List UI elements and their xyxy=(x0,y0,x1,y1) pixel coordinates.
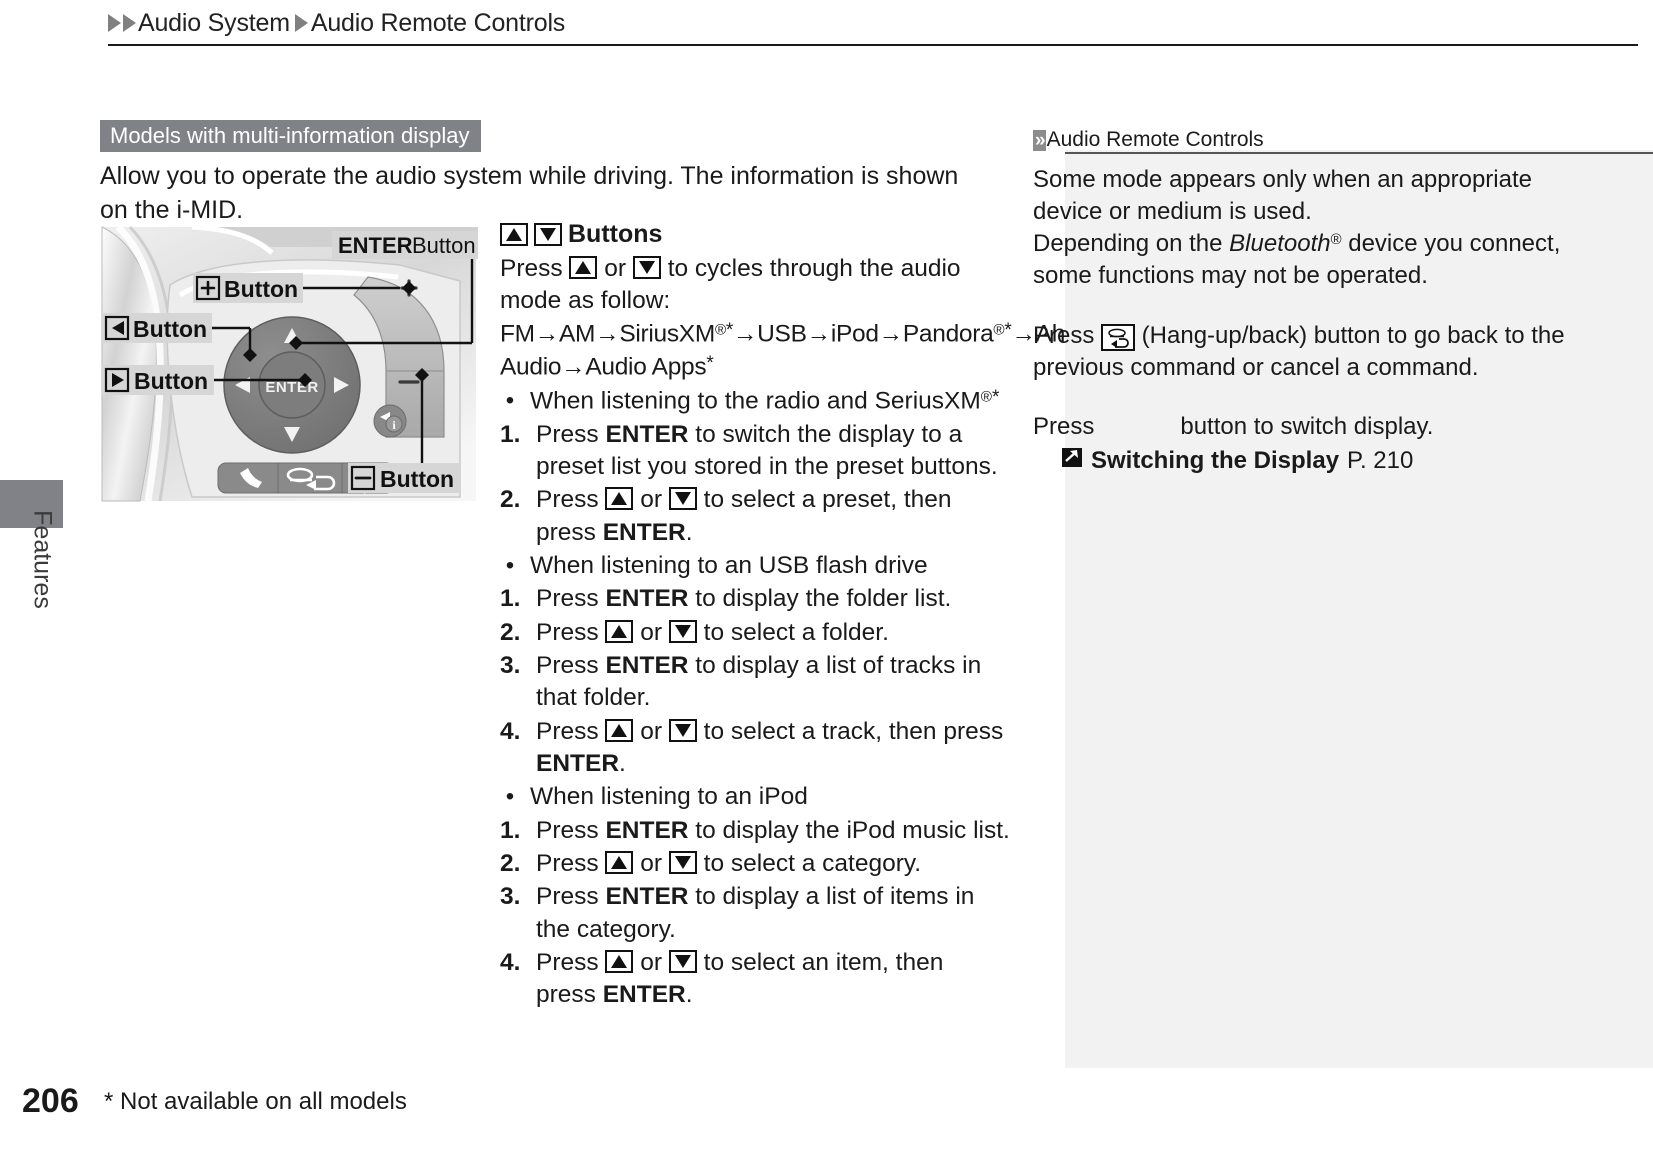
svg-text:ENTER: ENTER xyxy=(265,379,318,396)
side-note-para-1: Some mode appears only when an appropria… xyxy=(1033,166,1532,225)
step-text: Press or to select a track, then press E… xyxy=(536,717,1004,778)
list-item: 3. Press ENTER to display a list of trac… xyxy=(500,650,1010,715)
list-item: 4. Press or to select a track, then pres… xyxy=(500,716,1010,781)
breadcrumb: Audio System Audio Remote Controls xyxy=(108,0,1638,46)
down-arrow-icon xyxy=(632,256,661,279)
up-down-buttons-heading: Buttons xyxy=(500,218,1010,251)
footnote-text: * Not available on all models xyxy=(104,1088,407,1115)
step-number: 4. xyxy=(500,717,521,745)
step-number: 2. xyxy=(500,486,521,514)
double-chevron-right-icon: » xyxy=(1033,129,1046,151)
list-item: 1. Press ENTER to display the folder lis… xyxy=(500,583,1010,615)
list-item: 1. Press ENTER to switch the display to … xyxy=(500,419,1010,484)
press-cycle-paragraph: Press or to cycles through the audio mod… xyxy=(500,253,1010,318)
side-note-body: Some mode appears only when an appropria… xyxy=(1033,164,1603,477)
down-arrow-icon xyxy=(668,851,697,875)
section-tab-label: Features xyxy=(28,510,57,609)
up-arrow-icon xyxy=(605,718,634,742)
up-arrow-icon xyxy=(500,223,528,246)
svg-text:ENTER: ENTER xyxy=(338,233,413,258)
down-arrow-icon xyxy=(668,950,697,974)
cross-reference[interactable]: Switching the Display P. 210 xyxy=(1061,445,1603,477)
bullet-text-radio: When listening to the radio and SeriusXM… xyxy=(530,386,1000,415)
bullet-icon: • xyxy=(505,783,515,811)
steering-wheel-illustration: ENTER i ENTER Button Button Button Butto… xyxy=(100,225,478,503)
up-arrow-icon xyxy=(605,487,634,511)
press-or: or xyxy=(604,255,627,282)
step-number: 2. xyxy=(500,618,521,646)
step-number: 4. xyxy=(500,949,521,977)
cross-reference-page: P. 210 xyxy=(1347,447,1414,475)
step-text: Press ENTER to display a list of items i… xyxy=(536,883,975,943)
svg-text:Button: Button xyxy=(133,316,207,342)
down-arrow-icon xyxy=(668,718,697,742)
header-divider xyxy=(108,44,1638,46)
double-right-arrow-icon-2 xyxy=(123,14,136,32)
down-arrow-icon xyxy=(668,619,697,643)
step-text: Press ENTER to display the folder list. xyxy=(536,585,952,613)
press-lead-2: Press xyxy=(1033,413,1095,441)
main-content: Models with multi-information display Al… xyxy=(100,120,1020,227)
step-text: Press or to select a category. xyxy=(536,850,922,878)
step-text: Press or to select an item, then press E… xyxy=(536,949,944,1009)
double-right-arrow-icon xyxy=(108,14,121,32)
bullet-icon: • xyxy=(505,386,515,414)
step-text: Press ENTER to display a list of tracks … xyxy=(536,652,982,712)
step-number: 3. xyxy=(500,883,521,911)
hang-up-back-button-icon xyxy=(1101,323,1136,351)
svg-text:Button: Button xyxy=(224,276,298,302)
step-number: 2. xyxy=(500,850,521,878)
step-number: 1. xyxy=(500,420,521,448)
list-item: • When listening to the radio and Serius… xyxy=(500,385,1010,418)
step-text: Press or to select a preset, then press … xyxy=(536,486,952,546)
list-item: 2. Press or to select a folder. xyxy=(500,617,1010,649)
side-note-para-2: Depending on the Bluetooth® device you c… xyxy=(1033,229,1561,289)
breadcrumb-item-audio-remote-controls[interactable]: Audio Remote Controls xyxy=(311,9,565,38)
buttons-heading-label: Buttons xyxy=(568,220,663,248)
cross-reference-label[interactable]: Switching the Display xyxy=(1091,445,1339,477)
list-item: 2. Press or to select a category. xyxy=(500,848,1010,880)
up-arrow-icon xyxy=(605,851,634,875)
page-number: 206 xyxy=(22,1082,79,1120)
audio-mode-chain: FM→AM→SiriusXM®*→USB→iPod→Pandora®*→Aha*… xyxy=(500,319,1222,381)
bullet-icon: • xyxy=(505,552,515,580)
press-lead: Press xyxy=(500,255,563,282)
step-number: 1. xyxy=(500,585,521,613)
side-note-title: Audio Remote Controls xyxy=(1046,128,1264,151)
svg-text:Button: Button xyxy=(134,368,208,394)
press-tail-2: button to switch display. xyxy=(1180,413,1434,441)
down-arrow-icon xyxy=(534,223,562,246)
side-note-header: » Audio Remote Controls xyxy=(1033,128,1653,152)
side-note-divider xyxy=(1065,152,1653,154)
step-text: Press ENTER to display the iPod music li… xyxy=(536,816,1010,844)
bullet-text-ipod: When listening to an iPod xyxy=(530,783,808,811)
step-number: 1. xyxy=(500,816,521,844)
up-arrow-icon xyxy=(605,950,634,974)
side-note-para-4: Press button to switch display. xyxy=(1033,411,1603,443)
list-item: 1. Press ENTER to display the iPod music… xyxy=(500,815,1010,847)
side-note-para-3: Press (Hang-up/back) button to go back t… xyxy=(1033,321,1565,381)
step-number: 3. xyxy=(500,652,521,680)
list-item: • When listening to an iPod xyxy=(500,781,1010,813)
svg-text:Button: Button xyxy=(380,466,454,492)
list-item: 2. Press or to select a preset, then pre… xyxy=(500,484,1010,549)
svg-text:Button: Button xyxy=(412,233,476,258)
bullet-text-usb: When listening to an USB flash drive xyxy=(530,552,928,580)
up-arrow-icon xyxy=(569,256,598,279)
step-text: Press ENTER to switch the display to a p… xyxy=(536,420,998,481)
instructions-block: Buttons Press or to cycles through the a… xyxy=(500,218,1222,1012)
list-item: • When listening to an USB flash drive xyxy=(500,550,1010,582)
list-item: 3. Press ENTER to display a list of item… xyxy=(500,881,1010,946)
step-text: Press or to select a folder. xyxy=(536,618,889,646)
down-arrow-icon xyxy=(668,487,697,511)
goto-reference-arrow-icon xyxy=(1061,445,1083,477)
list-item: 4. Press or to select an item, then pres… xyxy=(500,947,1010,1012)
models-note-chip: Models with multi-information display xyxy=(100,120,482,153)
breadcrumb-item-audio-system[interactable]: Audio System xyxy=(138,9,290,38)
right-arrow-icon xyxy=(294,14,308,32)
up-arrow-icon xyxy=(605,619,634,643)
